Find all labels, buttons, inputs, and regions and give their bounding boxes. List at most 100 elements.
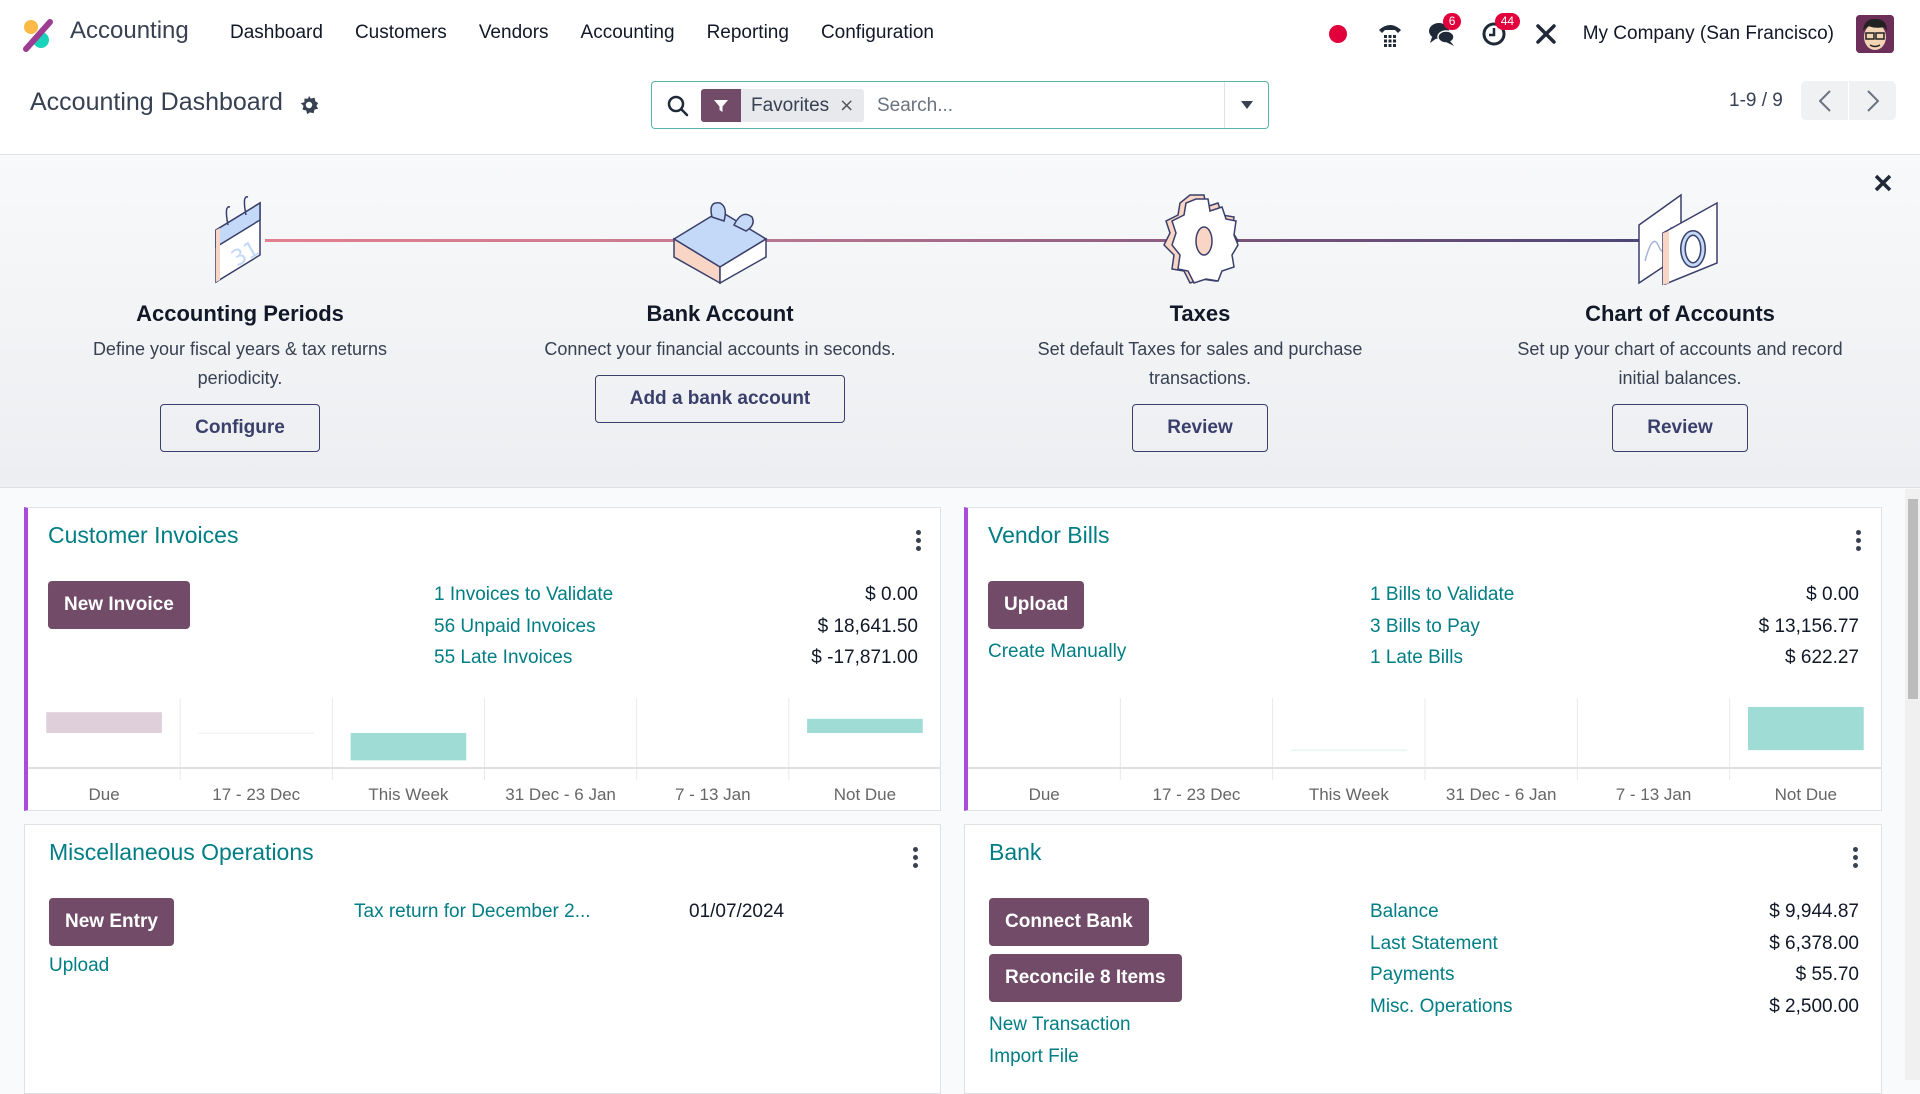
misc-entry-link[interactable]: Tax return for December 2... [354, 901, 591, 923]
bills-to-validate-link[interactable]: 1 Bills to Validate [1370, 584, 1514, 606]
x-tick-label: 31 Dec - 6 Jan [505, 785, 616, 804]
bills-to-validate-amount: $ 0.00 [1806, 584, 1859, 605]
clock-icon[interactable]: 44 [1479, 13, 1521, 49]
scrollbar-thumb[interactable] [1908, 499, 1918, 699]
step-title: Accounting Periods [136, 301, 344, 326]
misc-entry-date: 01/07/2024 [689, 901, 785, 922]
card-options-icon[interactable] [905, 845, 925, 869]
card-title[interactable]: Customer Invoices [48, 522, 238, 549]
systray: 6 44 My Company (San Francisco) [1323, 0, 1920, 68]
step-description: Connect your financial accounts in secon… [544, 339, 896, 359]
phone-icon[interactable] [1375, 19, 1405, 49]
unpaid-invoices-link[interactable]: 56 Unpaid Invoices [434, 616, 596, 638]
onboarding-step-taxes: Taxes Set default Taxes for sales and pu… [980, 190, 1420, 452]
menu-dashboard[interactable]: Dashboard [230, 22, 323, 44]
balance-link[interactable]: Balance [1370, 901, 1439, 923]
menu-customers[interactable]: Customers [355, 22, 447, 44]
create-manually-link[interactable]: Create Manually [988, 641, 1126, 663]
bank-card: Bank Connect Bank Reconcile 8 Items New … [964, 824, 1882, 1094]
customer-invoices-card: Customer Invoices New Invoice 1 Invoices… [24, 507, 941, 811]
user-avatar[interactable] [1856, 15, 1894, 53]
chat-icon[interactable]: 6 [1427, 13, 1462, 49]
late-bills-link[interactable]: 1 Late Bills [1370, 647, 1463, 669]
card-title[interactable]: Vendor Bills [988, 522, 1109, 549]
new-transaction-link[interactable]: New Transaction [989, 1014, 1131, 1036]
menu-accounting[interactable]: Accounting [581, 22, 675, 44]
search-bar: Favorites × [651, 81, 1269, 129]
gear-icon[interactable] [298, 94, 320, 116]
app-logo-icon[interactable] [22, 18, 56, 52]
card-title[interactable]: Miscellaneous Operations [49, 839, 314, 866]
page-title: Accounting Dashboard [30, 88, 283, 116]
connect-bank-button[interactable]: Connect Bank [989, 898, 1149, 946]
x-tick-label: 7 - 13 Jan [675, 785, 751, 804]
add-bank-account-button[interactable]: Add a bank account [594, 375, 846, 423]
new-invoice-button[interactable]: New Invoice [48, 581, 190, 629]
x-tick-label: 17 - 23 Dec [1153, 785, 1241, 804]
review-taxes-button[interactable]: Review [1132, 404, 1268, 452]
onboarding-step-bank-account: Bank Account Connect your financial acco… [500, 190, 940, 423]
pager-previous-button[interactable] [1801, 81, 1849, 120]
menu-vendors[interactable]: Vendors [479, 22, 549, 44]
customer-invoices-chart-svg[interactable]: Due 17 - 23 Dec This Week 31 Dec - 6 Jan 7 -… [28, 698, 941, 810]
payments-link[interactable]: Payments [1370, 964, 1454, 986]
onboarding-step-chart-of-accounts: Chart of Accounts Set up your chart of a… [1460, 190, 1900, 452]
review-chart-of-accounts-button[interactable]: Review [1612, 404, 1748, 452]
chart-bar-5 [1747, 706, 1864, 751]
late-invoices-amount: $ -17,871.00 [811, 647, 918, 668]
import-file-link[interactable]: Import File [989, 1046, 1079, 1068]
chart-bar-5 [807, 718, 923, 733]
step-description: Set up your chart of accounts and record… [1517, 339, 1843, 388]
app-name[interactable]: Accounting [70, 17, 189, 45]
upload-bill-button[interactable]: Upload [988, 581, 1085, 629]
new-entry-button[interactable]: New Entry [49, 898, 174, 946]
step-description: Define your fiscal years & tax returns p… [92, 339, 388, 388]
unpaid-invoices-amount: $ 18,641.50 [817, 616, 918, 637]
page-scrollbar[interactable] [1905, 489, 1920, 1080]
chevron-right-icon [1866, 89, 1879, 112]
menu-configuration[interactable]: Configuration [821, 22, 934, 44]
upload-entry-link[interactable]: Upload [49, 955, 109, 977]
filter-icon [701, 89, 741, 122]
onboarding-step-accounting-periods: 31 Accounting Periods Define your fiscal… [20, 190, 460, 452]
menu-reporting[interactable]: Reporting [707, 22, 789, 44]
reconcile-items-button[interactable]: Reconcile 8 Items [989, 954, 1182, 1002]
status-dot-icon[interactable] [1323, 19, 1353, 49]
vendor-bills-chart-svg[interactable]: Due 17 - 23 Dec This Week 31 Dec - 6 Jan 7 -… [968, 698, 1882, 810]
charts-icon [1638, 193, 1718, 285]
card-options-icon[interactable] [908, 528, 928, 552]
company-switcher[interactable]: My Company (San Francisco) [1583, 23, 1834, 45]
pager-next-button[interactable] [1849, 81, 1896, 120]
x-tick-label: Not Due [1775, 785, 1837, 804]
step-title: Taxes [1169, 301, 1231, 326]
balance-amount: $ 9,944.87 [1769, 901, 1859, 922]
card-title[interactable]: Bank [989, 839, 1041, 866]
chart-bar-0 [46, 712, 162, 733]
configure-button[interactable]: Configure [160, 404, 320, 452]
tools-icon[interactable] [1531, 19, 1561, 49]
card-options-icon[interactable] [1848, 528, 1868, 552]
vendor-bills-card: Vendor Bills Upload Create Manually 1 Bi… [964, 507, 1882, 811]
late-invoices-link[interactable]: 55 Late Invoices [434, 647, 572, 669]
x-tick-label: Due [1029, 785, 1060, 804]
x-tick-label: This Week [1309, 785, 1389, 804]
search-options-toggle[interactable] [1224, 82, 1268, 128]
remove-facet-icon[interactable]: × [839, 89, 864, 122]
search-icon[interactable] [666, 94, 690, 118]
invoices-to-validate-amount: $ 0.00 [865, 584, 918, 605]
x-tick-label: 17 - 23 Dec [212, 785, 300, 804]
late-bills-amount: $ 622.27 [1785, 647, 1859, 668]
bills-to-pay-amount: $ 13,156.77 [1758, 616, 1859, 637]
search-input[interactable] [877, 90, 1207, 122]
bills-to-pay-link[interactable]: 3 Bills to Pay [1370, 616, 1480, 638]
last-statement-link[interactable]: Last Statement [1370, 933, 1498, 955]
misc-operations-card: Miscellaneous Operations New Entry Uploa… [24, 824, 941, 1094]
card-options-icon[interactable] [1845, 845, 1865, 869]
invoices-to-validate-link[interactable]: 1 Invoices to Validate [434, 584, 613, 606]
step-description: Set default Taxes for sales and purchase… [1037, 339, 1363, 388]
misc-operations-link[interactable]: Misc. Operations [1370, 996, 1513, 1018]
pager-value[interactable]: 1-9 / 9 [1729, 90, 1783, 112]
last-statement-amount: $ 6,378.00 [1769, 933, 1859, 954]
chevron-left-icon [1818, 89, 1831, 112]
messages-badge: 6 [1442, 13, 1462, 30]
